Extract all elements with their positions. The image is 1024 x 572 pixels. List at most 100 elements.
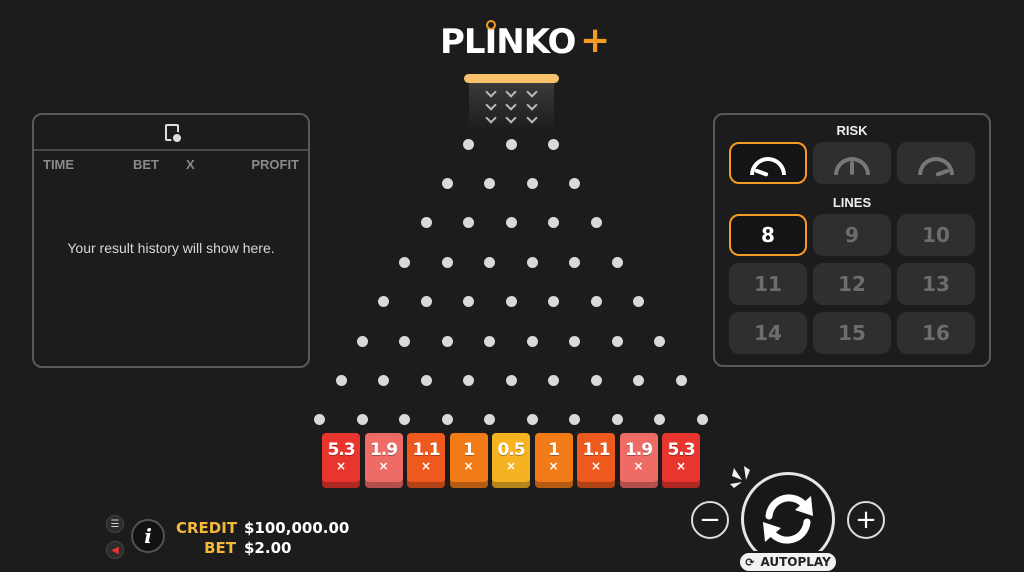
multiplier-bucket: 1.9 × (619, 433, 658, 488)
peg (399, 256, 411, 268)
bucket-value: 1.9 (624, 440, 653, 460)
peg (654, 335, 666, 347)
ball-dropper (464, 74, 559, 83)
peg (441, 177, 453, 189)
autoplay-icon: ⟳ (745, 555, 755, 569)
multiplier-bucket: 1.1 × (577, 433, 615, 488)
multiplier-bucket: 1 × (534, 433, 573, 488)
peg (526, 256, 538, 268)
bucket-value: 1.1 (582, 440, 610, 460)
lines-12-button[interactable]: 12 (813, 263, 891, 305)
bucket-value: 0.5 (497, 440, 525, 460)
increase-bet-button[interactable]: + (847, 501, 885, 539)
peg (569, 335, 581, 347)
peg (463, 296, 474, 308)
peg (526, 177, 538, 189)
peg (420, 217, 432, 229)
peg (463, 138, 474, 150)
logo-text: PLINKO (440, 22, 576, 62)
peg (420, 296, 432, 308)
peg (526, 335, 538, 347)
bucket-value: 1 (463, 440, 475, 460)
gauge-high-icon (918, 157, 954, 177)
peg (526, 414, 538, 426)
peg (611, 256, 623, 268)
peg (463, 217, 474, 229)
peg (590, 296, 602, 308)
lines-title: LINES (832, 195, 872, 210)
history-divider (34, 149, 308, 151)
peg (441, 335, 453, 347)
peg (696, 414, 708, 426)
lines-15-button[interactable]: 15 (813, 312, 891, 354)
bucket-multiplier-sign: × (335, 459, 347, 473)
peg (548, 217, 559, 229)
info-button[interactable]: i (131, 519, 165, 553)
gauge-needle (850, 161, 854, 175)
peg (399, 335, 411, 347)
peg (675, 374, 687, 386)
peg (548, 138, 559, 150)
lines-10-button[interactable]: 10 (897, 214, 975, 256)
sparkle-icon (730, 466, 750, 488)
multiplier-bucket: 1.9 × (364, 433, 403, 488)
gauge-needle (754, 168, 769, 177)
risk-low-button[interactable] (729, 142, 807, 184)
peg (569, 256, 581, 268)
peg (484, 177, 496, 189)
autoplay-label: AUTOPLAY (760, 555, 831, 569)
logo-plus: + (580, 20, 611, 61)
history-col-profit: PROFIT (251, 157, 299, 172)
risk-medium-button[interactable] (813, 142, 891, 184)
bucket-multiplier-sign: × (675, 459, 687, 473)
bet-value: $2.00 (244, 539, 292, 557)
bucket-value: 1 (548, 440, 560, 460)
autoplay-button[interactable]: ⟳ AUTOPLAY (738, 551, 838, 572)
peg (590, 217, 602, 229)
credit-value: $100,000.00 (244, 519, 350, 537)
bucket-value: 5.3 (667, 440, 695, 460)
peg (548, 296, 559, 308)
peg (505, 296, 517, 308)
multiplier-bucket: 5.3 × (662, 433, 700, 488)
lines-9-button[interactable]: 9 (813, 214, 891, 256)
risk-title: RISK (836, 123, 868, 138)
history-col-time: TIME (43, 157, 75, 172)
menu-icon[interactable]: ☰ (106, 515, 124, 533)
decrease-bet-button[interactable]: − (691, 501, 729, 539)
peg (484, 335, 496, 347)
peg (378, 296, 389, 308)
settings-panel: RISK LINES 8 9 10 11 12 13 14 15 16 (713, 113, 991, 367)
peg (441, 414, 453, 426)
peg (590, 374, 602, 386)
sound-icon[interactable]: ◀ (106, 541, 124, 559)
bucket-value: 5.3 (327, 440, 355, 460)
history-panel: TIME BET X PROFIT Your result history wi… (32, 113, 310, 368)
multiplier-bucket: 0.5 × (492, 433, 530, 488)
peg (356, 335, 368, 347)
peg (611, 335, 623, 347)
bucket-multiplier-sign: × (548, 459, 559, 473)
peg (569, 177, 581, 189)
lines-14-button[interactable]: 14 (729, 312, 807, 354)
peg (548, 374, 559, 386)
bucket-multiplier-sign: × (505, 459, 517, 473)
bet-label: BET (204, 539, 236, 557)
peg (505, 138, 517, 150)
gauge-medium-icon (834, 157, 870, 175)
lines-16-button[interactable]: 16 (897, 312, 975, 354)
peg (420, 374, 432, 386)
bucket-multiplier-sign: × (590, 459, 602, 473)
lines-13-button[interactable]: 13 (897, 263, 975, 305)
peg (654, 414, 666, 426)
peg (399, 414, 411, 426)
peg (484, 256, 496, 268)
peg (314, 414, 326, 426)
lines-8-button[interactable]: 8 (729, 214, 807, 256)
peg (505, 217, 517, 229)
bucket-multiplier-sign: × (463, 459, 474, 473)
peg (611, 414, 623, 426)
bucket-multiplier-sign: × (420, 459, 432, 473)
risk-high-button[interactable] (897, 142, 975, 184)
lines-11-button[interactable]: 11 (729, 263, 807, 305)
